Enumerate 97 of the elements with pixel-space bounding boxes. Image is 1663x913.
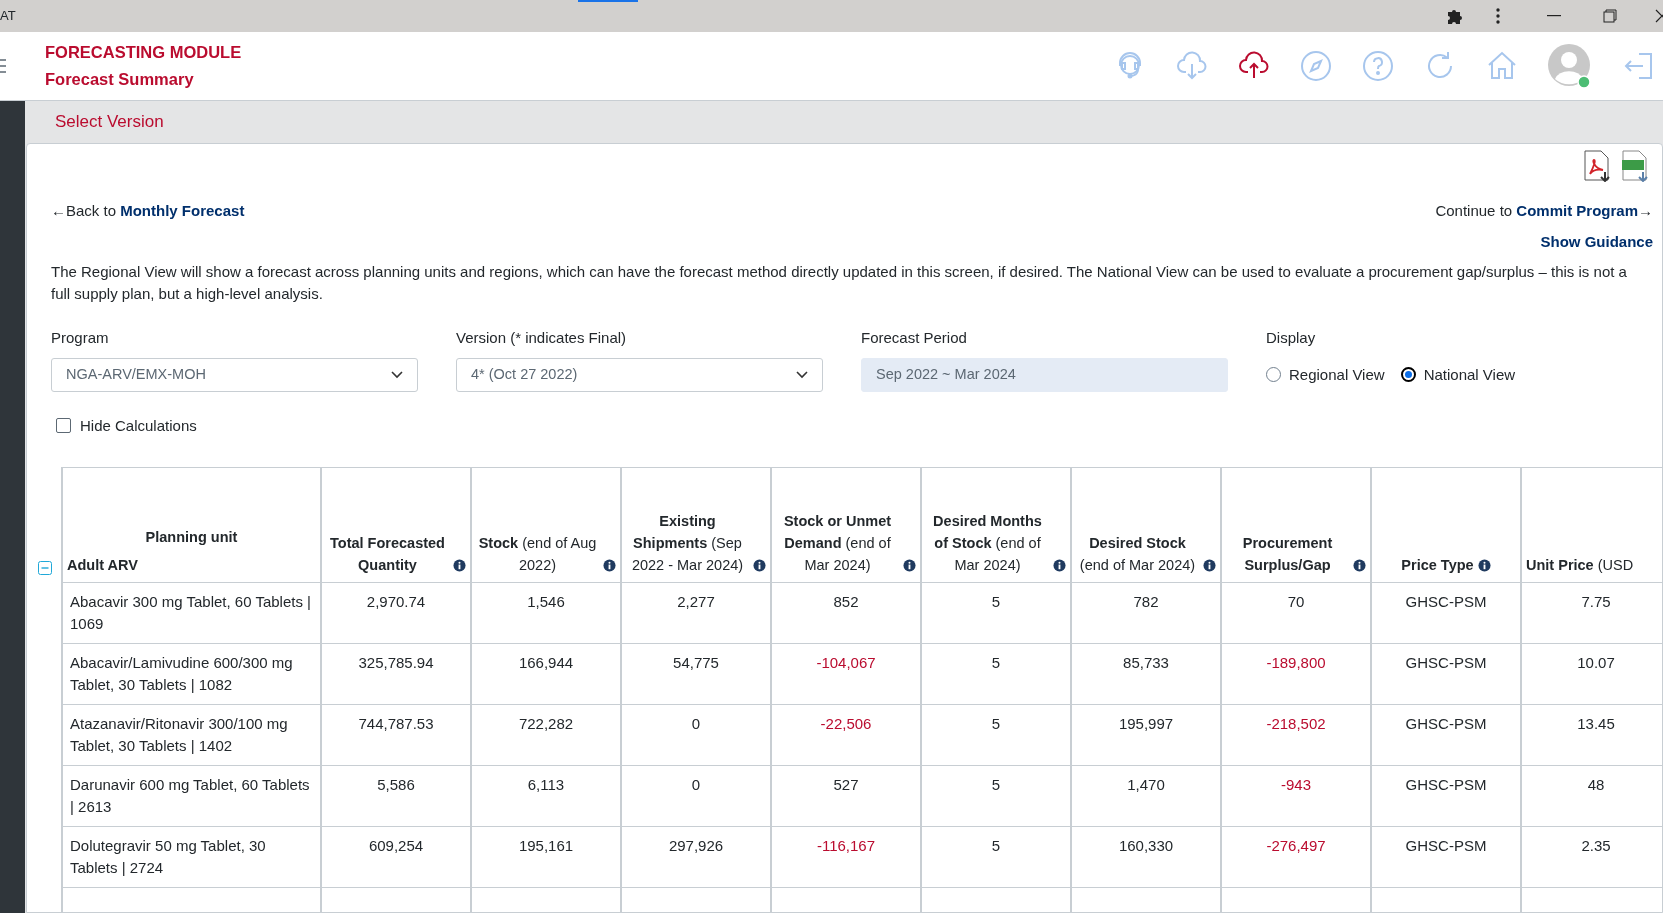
table-cell: GHSC-PSM <box>1405 592 1487 610</box>
version-select[interactable]: 4* (Oct 27 2022) <box>456 357 823 392</box>
table-cell: -218,502 <box>1266 714 1326 732</box>
browser-tab-title[interactable]: AT <box>0 6 16 26</box>
column-header: Planning unit <box>145 527 238 547</box>
column-header: Total Forecasted Quantity <box>329 533 446 575</box>
table-cell: 609,254 <box>368 836 424 854</box>
column-header: Existing Shipments (Sep 2022 - Mar 2024) <box>630 511 745 575</box>
group-label: Adult ARV <box>67 556 138 573</box>
table-cell: -943 <box>1281 775 1311 793</box>
section-title: Select Version <box>55 111 164 134</box>
page-title: Forecast Summary <box>45 69 195 90</box>
csv-export-icon[interactable] <box>1621 150 1651 182</box>
table-cell: 7.75 <box>1581 592 1611 610</box>
table-cell: GHSC-PSM <box>1405 836 1487 854</box>
table-cell: 1,470 <box>1127 775 1165 793</box>
table-cell: 6,113 <box>527 775 565 793</box>
planning-unit-name: Darunavir 600 mg Tablet, 60 Tablets | 2613 <box>70 775 310 815</box>
restore-icon[interactable] <box>1603 9 1617 23</box>
continue-link[interactable]: Continue to Commit Program→ <box>1435 200 1653 223</box>
field-label: Display <box>1266 328 1317 348</box>
table-cell: 0 <box>691 775 701 793</box>
table-cell: 297,926 <box>668 836 724 854</box>
guidance-link[interactable]: Show Guidance <box>1540 230 1653 253</box>
planning-unit-name: Atazanavir/Ritonavir 300/100 mg Tablet, 30 Tablets | 1402 <box>70 714 288 754</box>
column-header: Procurement Surplus/Gap <box>1241 533 1334 575</box>
chevron-icon <box>796 370 808 379</box>
table-cell: -104,067 <box>816 653 876 671</box>
hide-calculations-checkbox[interactable]: Hide Calculations <box>56 414 1635 437</box>
table-cell: 1,546 <box>527 592 565 610</box>
collapse-icon[interactable] <box>38 561 52 575</box>
info-icon[interactable] <box>1203 558 1216 572</box>
table-cell: 70 <box>1287 592 1305 610</box>
table-cell: -116,167 <box>816 836 876 854</box>
column-header: Stock (end of Aug 2022) <box>477 533 598 575</box>
table-cell: GHSC-PSM <box>1405 653 1487 671</box>
table-cell: 527 <box>833 775 859 793</box>
table-cell: 722,282 <box>518 714 574 732</box>
table-cell: 5 <box>991 836 1001 854</box>
table-cell: 2,970.74 <box>366 592 426 610</box>
table-cell: 325,785.94 <box>358 653 434 671</box>
planning-unit-name: Abacavir 300 mg Tablet, 60 Tablets | 1069 <box>70 592 311 632</box>
column-header: Desired Stock (end of Mar 2024) <box>1078 533 1197 575</box>
info-icon[interactable] <box>903 558 916 572</box>
column-header: Price Type <box>1401 555 1474 575</box>
table-cell: -189,800 <box>1266 653 1326 671</box>
table-cell: 166,944 <box>518 653 574 671</box>
table-cell: 5 <box>991 775 1001 793</box>
info-icon[interactable] <box>1053 558 1066 572</box>
planning-unit-name: Abacavir/Lamivudine 600/300 mg Tablet, 30 Tablets | 1082 <box>70 653 293 693</box>
table-cell: 195,161 <box>518 836 574 854</box>
field-label: Program <box>51 328 110 348</box>
info-icon[interactable] <box>1477 558 1491 572</box>
table-cell: -276,497 <box>1266 836 1326 854</box>
table-cell: 5 <box>991 714 1001 732</box>
table-cell: 160,330 <box>1118 836 1174 854</box>
info-icon[interactable] <box>453 558 466 572</box>
table-cell: 85,733 <box>1123 653 1169 671</box>
field-label: Version (* indicates Final) <box>456 328 628 348</box>
info-icon[interactable] <box>603 558 616 572</box>
more-menu-icon[interactable] <box>1495 8 1501 24</box>
program-select[interactable]: NGA-ARV/EMX-MOH <box>51 357 418 392</box>
module-title: FORECASTING MODULE <box>45 42 242 63</box>
table-cell: 5,586 <box>377 775 415 793</box>
table-cell: 2,277 <box>677 592 715 610</box>
table-cell: 48 <box>1587 775 1605 793</box>
table-cell: 13.45 <box>1577 714 1615 732</box>
field-label: Forecast Period <box>861 328 968 348</box>
column-header: Stock or Unmet Demand (end of Mar 2024) <box>782 511 893 575</box>
active-tab-indicator <box>578 0 638 2</box>
close-icon[interactable] <box>1655 9 1663 23</box>
chevron-icon <box>391 370 403 379</box>
table-cell: 5 <box>991 592 1001 610</box>
column-header: Unit Price (USD <box>1526 555 1634 575</box>
table-cell: 54,775 <box>673 653 719 671</box>
table-cell: GHSC-PSM <box>1405 775 1487 793</box>
table-cell: -22,506 <box>820 714 872 732</box>
table-cell: GHSC-PSM <box>1405 714 1487 732</box>
pdf-export-icon[interactable] <box>1583 150 1613 182</box>
back-link[interactable]: ←Back to Monthly Forecast <box>51 200 245 223</box>
description-text: The Regional View will show a forecast across planning units and regions, which can have the forecast method directly updated in this screen, if desired. The National View can be used to evaluate a procurement gap/surplus – this is not a full supply plan, but a high-level analysis. <box>51 262 1628 304</box>
table-cell: 5 <box>991 653 1001 671</box>
table-cell: 744,787.53 <box>358 714 434 732</box>
table-cell: 2.35 <box>1581 836 1611 854</box>
view-radio[interactable]: National View <box>1400 363 1516 386</box>
info-icon[interactable] <box>1353 558 1366 572</box>
planning-unit-name: Dolutegravir 50 mg Tablet, 30 Tablets | 2724 <box>70 836 266 876</box>
table-cell: 195,997 <box>1118 714 1174 732</box>
menu-icon[interactable] <box>0 58 6 74</box>
minimize-icon[interactable] <box>1547 15 1561 17</box>
table-cell: 852 <box>833 592 859 610</box>
view-radio[interactable]: Regional View <box>1266 363 1385 386</box>
table-cell: 782 <box>1133 592 1159 610</box>
column-header: Desired Months of Stock (end of Mar 2024) <box>932 511 1043 575</box>
table-cell: 0 <box>691 714 701 732</box>
table-cell: 10.07 <box>1577 653 1615 671</box>
info-icon[interactable] <box>753 558 766 572</box>
